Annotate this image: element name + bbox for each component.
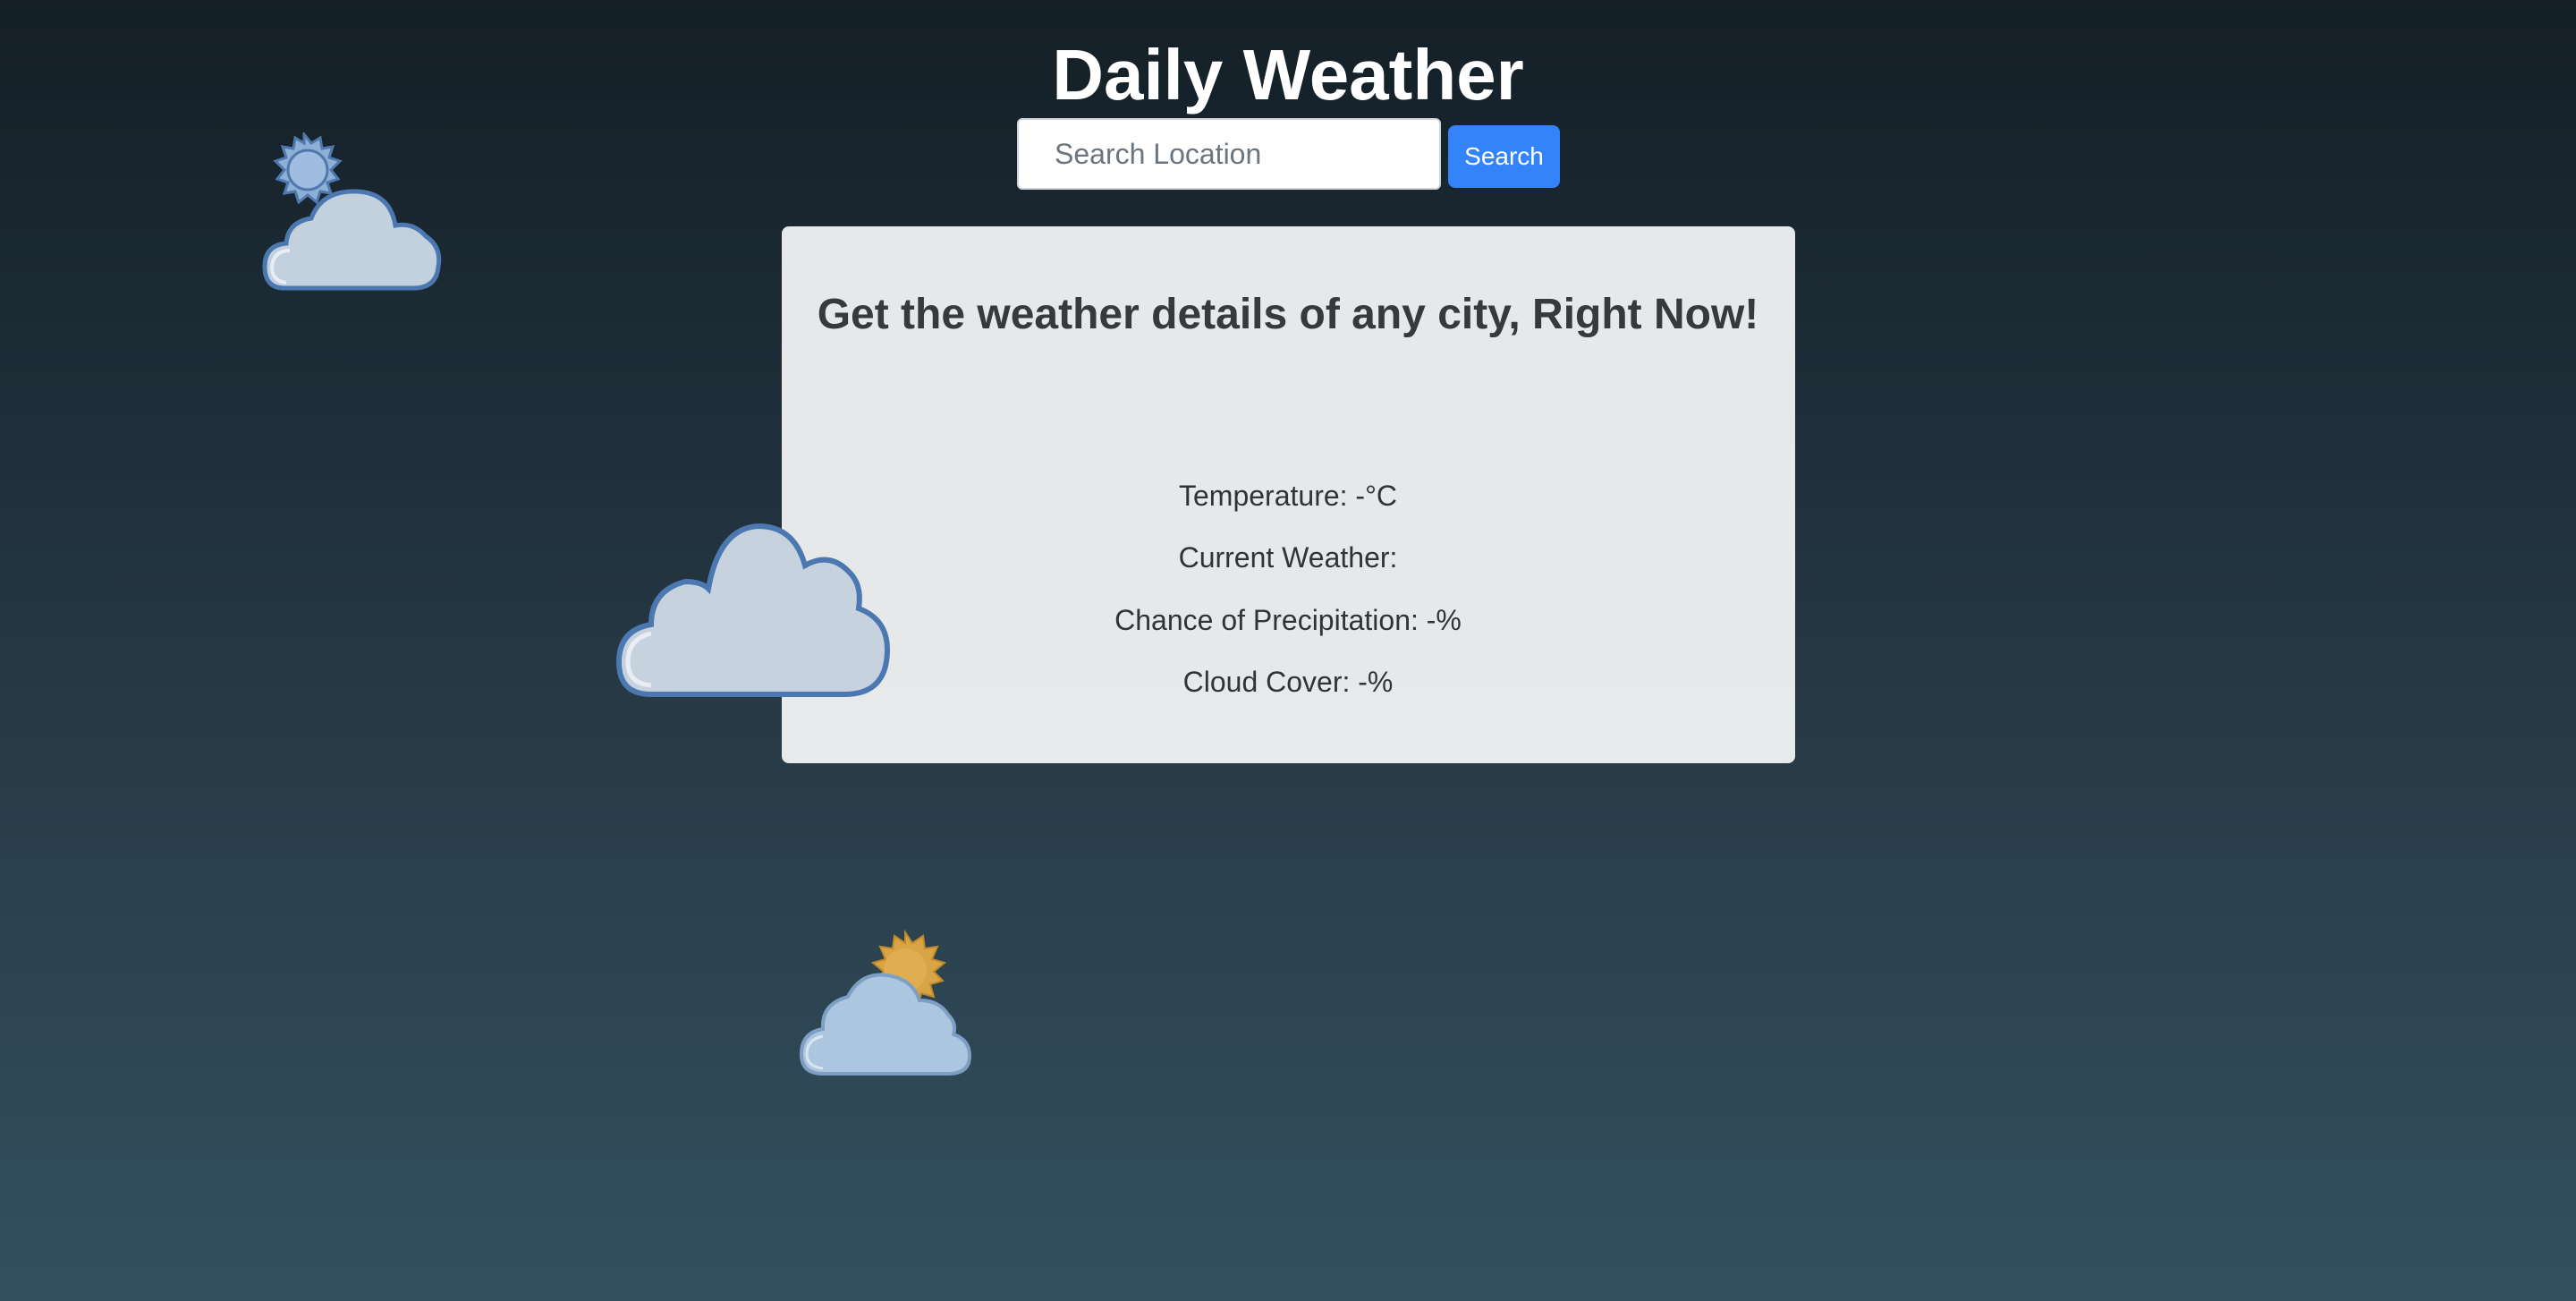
current-weather-text: Current Weather: (1178, 541, 1398, 574)
partly-cloudy-blue-sun-icon (259, 132, 447, 295)
search-button[interactable]: Search (1448, 125, 1560, 188)
precipitation-chance-text: Chance of Precipitation: -% (1114, 604, 1462, 636)
search-input[interactable] (1017, 118, 1441, 190)
partly-cloudy-gold-sun-icon (796, 929, 971, 1081)
cloud-cover-text: Cloud Cover: -% (1182, 666, 1394, 698)
temperature-text: Temperature: -°C (1179, 480, 1397, 512)
page-title: Daily Weather (1052, 35, 1524, 115)
card-heading: Get the weather details of any city, Rig… (817, 291, 1759, 338)
